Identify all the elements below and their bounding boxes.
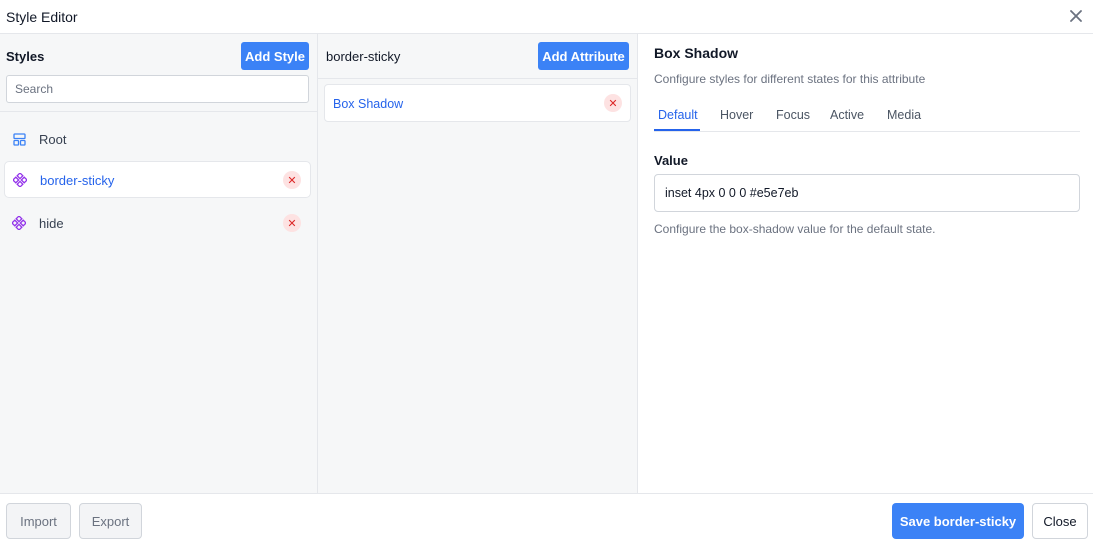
import-button[interactable]: Import [6,503,71,539]
component-icon [12,216,26,230]
layout-icon [12,132,26,146]
window-title: Style Editor [6,9,78,25]
attributes-panel: border-sticky Add Attribute Box Shadow ✕ [318,34,638,493]
style-item-label: border-sticky [40,173,115,188]
value-help-text: Configure the box-shadow value for the d… [654,222,936,236]
attribute-item-label: Box Shadow [333,97,404,111]
state-tabs: Default Hover Focus Active Media [654,102,1080,132]
style-item-label: hide [39,216,64,231]
add-attribute-button[interactable]: Add Attribute [538,42,629,70]
component-icon [13,173,27,187]
style-item-border-sticky[interactable]: border-sticky ✕ [4,161,311,198]
value-input[interactable] [654,174,1080,212]
remove-style-button[interactable]: ✕ [283,171,301,189]
close-icon[interactable] [1067,7,1085,25]
value-label: Value [654,153,688,168]
styles-panel: Styles Add Style Root border-sti [0,34,318,493]
add-style-button[interactable]: Add Style [241,42,309,70]
tab-default[interactable]: Default [658,108,698,122]
active-tab-indicator [654,129,700,131]
attribute-subtitle: Configure styles for different states fo… [654,72,926,86]
search-input[interactable] [6,75,309,103]
attribute-detail-panel: Box Shadow Configure styles for differen… [638,34,1093,493]
tab-media[interactable]: Media [887,108,921,122]
title-bar: Style Editor [0,0,1093,34]
close-button[interactable]: Close [1032,503,1088,539]
styles-label: Styles [6,49,45,64]
tab-active[interactable]: Active [830,108,864,122]
selected-style-label: border-sticky [326,49,401,64]
remove-attribute-button[interactable]: ✕ [604,94,622,112]
footer: Import Export Save border-sticky Close [0,493,1093,542]
style-item-hide[interactable]: hide ✕ [4,205,311,242]
style-item-label: Root [39,132,67,147]
attribute-title: Box Shadow [654,45,739,61]
attributes-panel-header: border-sticky Add Attribute [318,34,637,79]
tab-focus[interactable]: Focus [776,108,810,122]
tab-hover[interactable]: Hover [720,108,753,122]
remove-style-button[interactable]: ✕ [283,214,301,232]
export-button[interactable]: Export [79,503,142,539]
styles-panel-header: Styles Add Style [0,34,317,112]
save-button[interactable]: Save border-sticky [892,503,1024,539]
style-item-root[interactable]: Root [4,121,311,158]
attribute-item-box-shadow[interactable]: Box Shadow ✕ [324,84,631,122]
